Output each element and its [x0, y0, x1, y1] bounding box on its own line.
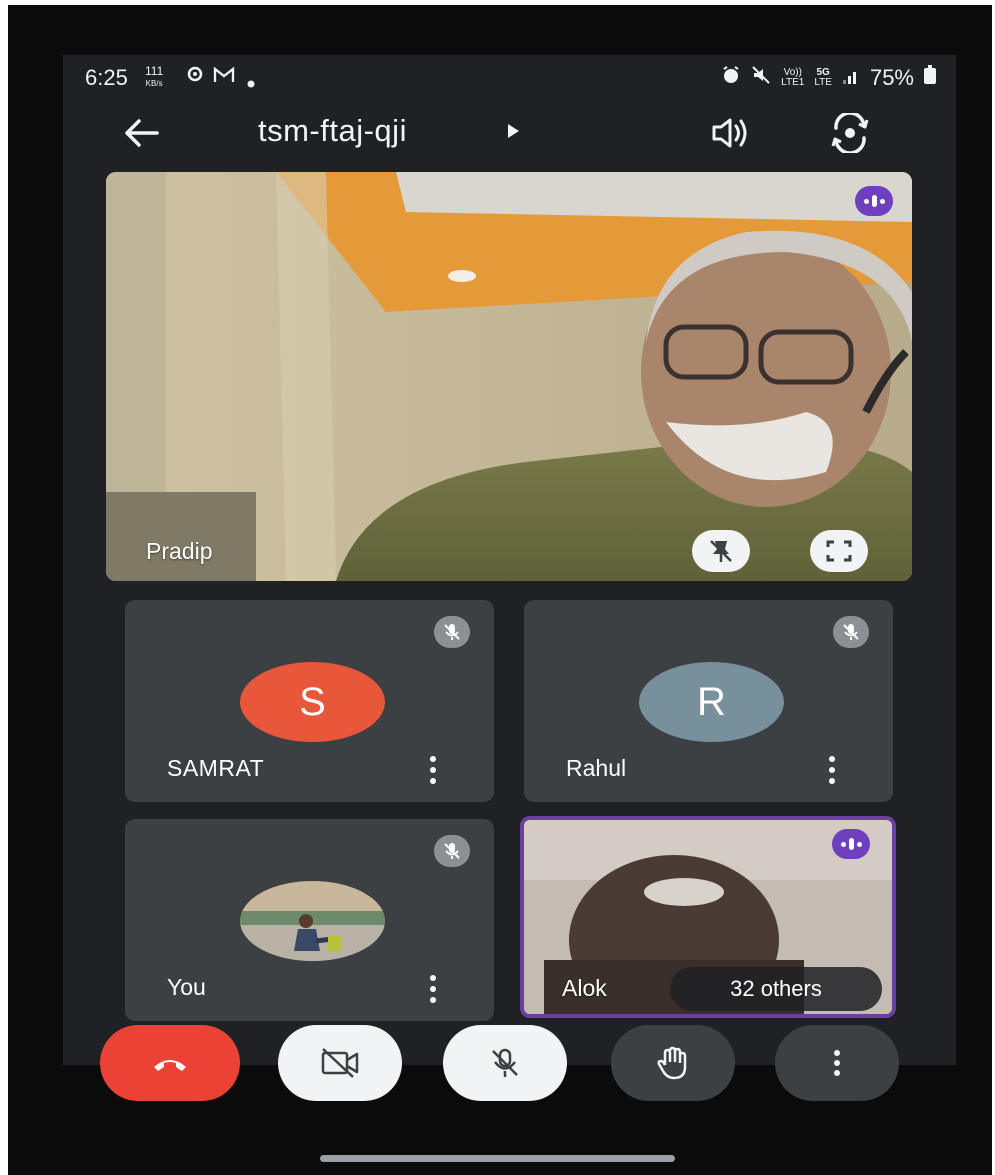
mic-off-icon — [444, 843, 460, 859]
video-feed-image — [106, 172, 912, 581]
mic-off-icon — [492, 1048, 518, 1077]
call-controls — [63, 1025, 956, 1115]
mic-off-icon — [843, 624, 859, 640]
battery-icon — [924, 65, 936, 91]
net-speed-value: 111 — [145, 64, 164, 78]
arrow-back-icon — [125, 119, 159, 147]
location-icon — [186, 66, 204, 89]
fullscreen-button[interactable] — [810, 530, 868, 572]
participant-name: Alok — [562, 975, 607, 1001]
network-type: 5G LTE — [814, 67, 832, 88]
camera-toggle-button[interactable] — [278, 1025, 402, 1101]
gmail-icon — [213, 66, 235, 89]
more-options-button[interactable] — [775, 1025, 899, 1101]
meeting-details-caret-icon[interactable] — [508, 124, 519, 138]
mic-off-badge — [434, 835, 470, 867]
phone-frame: 6:25 111 KB/s Vo)) LTE1 5G LTE 75% tsm-f… — [8, 5, 992, 1175]
participant-tile-you[interactable]: You — [125, 819, 494, 1021]
net-speed-unit: KB/s — [145, 79, 163, 88]
meeting-code[interactable]: tsm-ftaj-qji — [258, 113, 407, 149]
home-indicator[interactable] — [320, 1155, 675, 1162]
participant-options-button[interactable] — [428, 975, 438, 1003]
more-vert-icon — [834, 1050, 840, 1076]
battery-level: 75% — [869, 65, 914, 90]
others-count[interactable]: 32 others — [670, 967, 882, 1011]
avatar: S — [240, 662, 385, 742]
mic-off-badge — [833, 616, 869, 648]
pinned-participant-name: Pradip — [146, 538, 213, 564]
status-bar: 6:25 111 KB/s Vo)) LTE1 5G LTE 75% — [63, 55, 956, 95]
speaker-icon — [712, 118, 747, 148]
end-call-button[interactable] — [100, 1025, 240, 1101]
speaking-indicator — [855, 186, 893, 216]
meet-screen: 6:25 111 KB/s Vo)) LTE1 5G LTE 75% tsm-f… — [63, 55, 956, 1101]
participant-options-button[interactable] — [827, 756, 837, 784]
status-right: Vo)) LTE1 5G LTE 75% — [721, 65, 936, 91]
switch-camera-button[interactable] — [828, 111, 872, 155]
volte-indicator: Vo)) LTE1 — [781, 67, 805, 88]
mic-off-badge — [434, 616, 470, 648]
mic-off-icon — [444, 624, 460, 640]
audio-output-button[interactable] — [710, 115, 750, 151]
switch-camera-icon — [831, 111, 869, 155]
camera-off-icon — [321, 1048, 359, 1078]
avatar: R — [639, 662, 784, 742]
speaking-indicator — [832, 829, 870, 859]
dot-icon — [247, 72, 255, 93]
signal-icon — [842, 65, 860, 91]
mic-toggle-button[interactable] — [443, 1025, 567, 1101]
participant-tile-alok[interactable]: Alok 32 others — [520, 816, 896, 1018]
pinned-video-tile[interactable]: Pradip — [106, 172, 912, 581]
unpin-icon — [710, 540, 732, 562]
participant-name: Rahul — [566, 755, 627, 781]
profile-photo — [240, 881, 385, 961]
raise-hand-icon — [657, 1046, 687, 1080]
alarm-icon — [721, 65, 741, 91]
end-call-icon — [154, 1060, 186, 1071]
status-time: 6:25 — [85, 65, 128, 90]
unpin-button[interactable] — [692, 530, 750, 572]
participant-tile-rahul[interactable]: R Rahul — [524, 600, 893, 802]
fullscreen-icon — [826, 540, 852, 562]
back-button[interactable] — [121, 113, 161, 153]
raise-hand-button[interactable] — [611, 1025, 735, 1101]
mute-notifications-icon — [751, 65, 771, 91]
participant-tile-samrat[interactable]: S SAMRAT — [125, 600, 494, 802]
net-speed: 111 KB/s — [145, 64, 164, 89]
participant-name: You — [167, 974, 206, 1000]
participant-options-button[interactable] — [428, 756, 438, 784]
call-toolbar: tsm-ftaj-qji — [63, 95, 956, 170]
participant-name: SAMRAT — [167, 755, 265, 781]
